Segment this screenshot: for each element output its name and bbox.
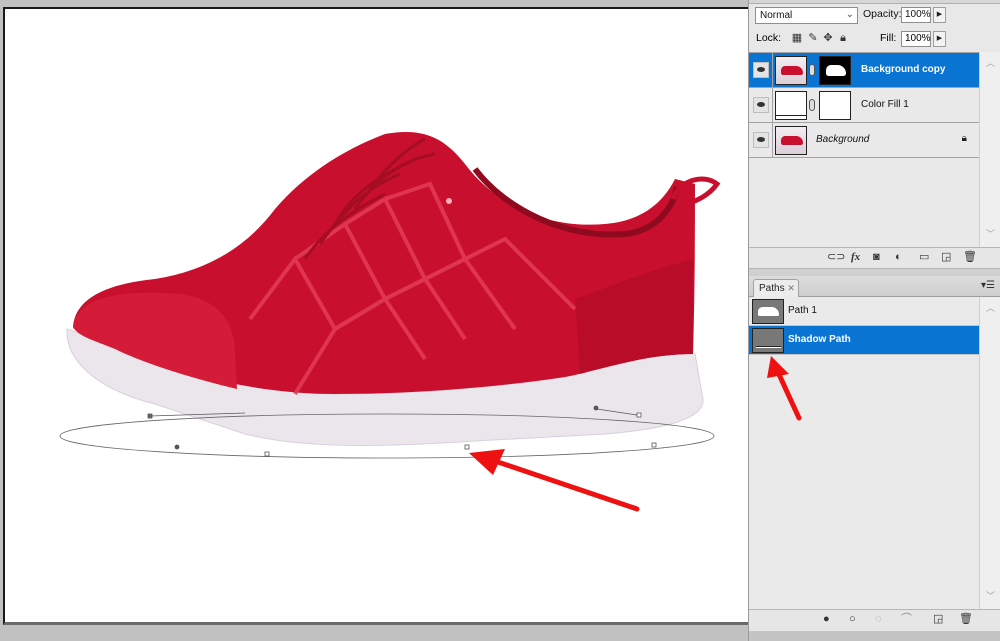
opacity-slider-button[interactable]: ▶ xyxy=(933,7,946,23)
canvas-artwork xyxy=(59,132,721,512)
fx-icon[interactable]: fx xyxy=(851,251,860,264)
layer-row-background-copy[interactable]: Background copy xyxy=(749,53,979,88)
lock-label: Lock: xyxy=(756,32,782,44)
path-thumbnail xyxy=(752,299,784,324)
lock-row: Lock: ▦ ✎ ✥ 🔒︎ Fill: 100% ▶ xyxy=(753,30,997,50)
layer-thumbnail xyxy=(775,56,807,85)
blend-mode-value: Normal xyxy=(760,10,793,21)
load-selection-icon[interactable]: ◌ xyxy=(875,613,882,626)
paths-scrollbar[interactable]: ︿ ﹀ xyxy=(979,297,1000,609)
layers-footer: ⊂⊃ fx ◙ ◐ ▭ ◲ 🗑︎ xyxy=(749,247,1000,267)
divider xyxy=(772,53,773,88)
fill-slider-button[interactable]: ▶ xyxy=(933,31,946,47)
divider xyxy=(772,123,773,158)
delete-path-icon[interactable]: 🗑︎ xyxy=(959,613,973,626)
tab-paths[interactable]: Paths ✕ xyxy=(753,279,799,298)
link-layers-icon[interactable]: ⊂⊃ xyxy=(827,251,845,264)
visibility-eye-icon[interactable] xyxy=(753,97,769,113)
visibility-eye-icon[interactable] xyxy=(753,132,769,148)
layer-mask-thumbnail[interactable] xyxy=(819,91,851,120)
add-mask-icon[interactable]: ◙ xyxy=(873,251,880,264)
new-path-icon[interactable]: ◲ xyxy=(933,613,943,626)
lock-position-icon[interactable]: ✥ xyxy=(822,32,834,44)
scroll-up-icon[interactable]: ︿ xyxy=(986,301,995,314)
layer-name: Color Fill 1 xyxy=(861,99,909,110)
stroke-path-icon[interactable]: ○ xyxy=(849,613,856,626)
divider xyxy=(772,88,773,123)
blend-mode-select[interactable]: Normal ⌄ xyxy=(755,7,858,24)
annotation-arrow xyxy=(469,449,640,512)
layer-row-background[interactable]: Background 🔒︎ xyxy=(749,123,979,158)
adjustment-layer-icon[interactable]: ◐ xyxy=(895,251,902,264)
layer-row-color-fill[interactable]: Color Fill 1 xyxy=(749,88,979,123)
delete-icon[interactable]: 🗑︎ xyxy=(963,251,977,264)
panel-top-strip xyxy=(749,0,1000,4)
fill-input[interactable]: 100% xyxy=(901,31,931,47)
scroll-up-icon[interactable]: ︿ xyxy=(986,56,995,69)
layers-scrollbar[interactable]: ︿ ﹀ xyxy=(979,52,1000,247)
photoshop-window: Normal ⌄ Opacity: 100% ▶ Lock: ▦ ✎ ✥ 🔒︎ … xyxy=(0,0,1000,641)
layer-thumbnail xyxy=(775,126,807,155)
chevron-down-icon: ⌄ xyxy=(845,9,854,20)
close-icon[interactable]: ✕ xyxy=(787,283,795,293)
blend-row: Normal ⌄ Opacity: 100% ▶ xyxy=(753,6,997,26)
make-work-path-icon[interactable]: ⌒ xyxy=(901,613,912,626)
lock-icon: 🔒︎ xyxy=(961,133,967,144)
layer-name: Background copy xyxy=(861,64,946,75)
fill-label: Fill: xyxy=(880,32,897,44)
scroll-down-icon[interactable]: ﹀ xyxy=(986,589,995,602)
fill-layer-thumbnail xyxy=(775,91,807,120)
annotation-arrow-panel xyxy=(767,356,802,421)
panel-menu-icon[interactable]: ▾☰ xyxy=(981,280,995,291)
lock-transparent-icon[interactable]: ▦ xyxy=(791,32,803,44)
opacity-input[interactable]: 100% xyxy=(901,7,931,23)
panel-bottom-strip xyxy=(749,631,1000,641)
fill-path-icon[interactable]: ● xyxy=(823,613,830,626)
layers-list: Background copy Color Fill 1 Background … xyxy=(749,52,979,247)
layer-name: Background xyxy=(816,134,870,145)
visibility-eye-icon[interactable] xyxy=(753,62,769,78)
link-chain-icon[interactable] xyxy=(809,64,815,76)
paths-tabbar: Paths ✕ ▾☰ xyxy=(749,276,1000,298)
new-layer-icon[interactable]: ◲ xyxy=(941,251,951,264)
scroll-down-icon[interactable]: ﹀ xyxy=(986,227,995,240)
document-canvas[interactable] xyxy=(3,7,748,625)
link-chain-icon[interactable] xyxy=(809,99,815,111)
opacity-label: Opacity: xyxy=(863,8,902,20)
new-group-icon[interactable]: ▭ xyxy=(919,251,929,264)
path-name: Path 1 xyxy=(788,305,817,316)
tab-paths-label: Paths xyxy=(759,283,785,294)
right-panel: Normal ⌄ Opacity: 100% ▶ Lock: ▦ ✎ ✥ 🔒︎ … xyxy=(748,0,1000,641)
layer-mask-thumbnail[interactable] xyxy=(819,56,851,85)
shoe-eyelet xyxy=(446,198,452,204)
lock-image-icon[interactable]: ✎ xyxy=(807,32,819,44)
paths-footer: ● ○ ◌ ⌒ ◲ 🗑︎ xyxy=(749,609,1000,631)
lock-all-icon[interactable]: 🔒︎ xyxy=(837,32,849,44)
path-row-path-1[interactable]: Path 1 xyxy=(749,297,979,326)
